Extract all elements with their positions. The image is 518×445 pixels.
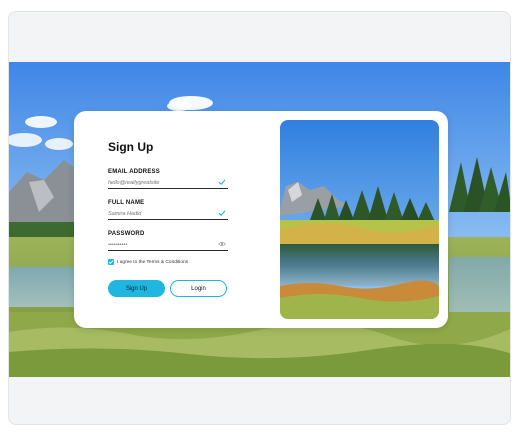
eye-icon[interactable] bbox=[218, 240, 226, 248]
page-title: Sign Up bbox=[108, 140, 154, 154]
full-name-label: FULL NAME bbox=[108, 200, 145, 206]
password-row bbox=[108, 240, 228, 251]
signup-button[interactable]: Sign Up bbox=[108, 280, 165, 297]
check-icon bbox=[218, 210, 226, 216]
email-label: EMAIL ADDRESS bbox=[108, 169, 160, 175]
password-label: PASSWORD bbox=[108, 231, 145, 237]
full-name-row bbox=[108, 209, 228, 220]
app-frame: Sign Up EMAIL ADDRESS FULL NAME PASSWORD bbox=[8, 11, 511, 425]
check-icon bbox=[108, 260, 114, 265]
password-field-group: PASSWORD bbox=[108, 231, 228, 251]
email-field-group: EMAIL ADDRESS bbox=[108, 169, 228, 189]
terms-label: I agree to the Terms & Conditions bbox=[117, 259, 189, 265]
lake-photo bbox=[280, 120, 439, 319]
email-row bbox=[108, 178, 228, 189]
signup-card: Sign Up EMAIL ADDRESS FULL NAME PASSWORD bbox=[74, 111, 448, 328]
full-name-field-group: FULL NAME bbox=[108, 200, 228, 220]
terms-checkbox[interactable] bbox=[108, 259, 114, 265]
password-field[interactable] bbox=[108, 240, 208, 249]
check-icon bbox=[218, 179, 226, 185]
terms-row: I agree to the Terms & Conditions bbox=[108, 259, 188, 265]
full-name-field[interactable] bbox=[108, 209, 208, 218]
login-button[interactable]: Login bbox=[170, 280, 227, 297]
email-field[interactable] bbox=[108, 178, 208, 187]
